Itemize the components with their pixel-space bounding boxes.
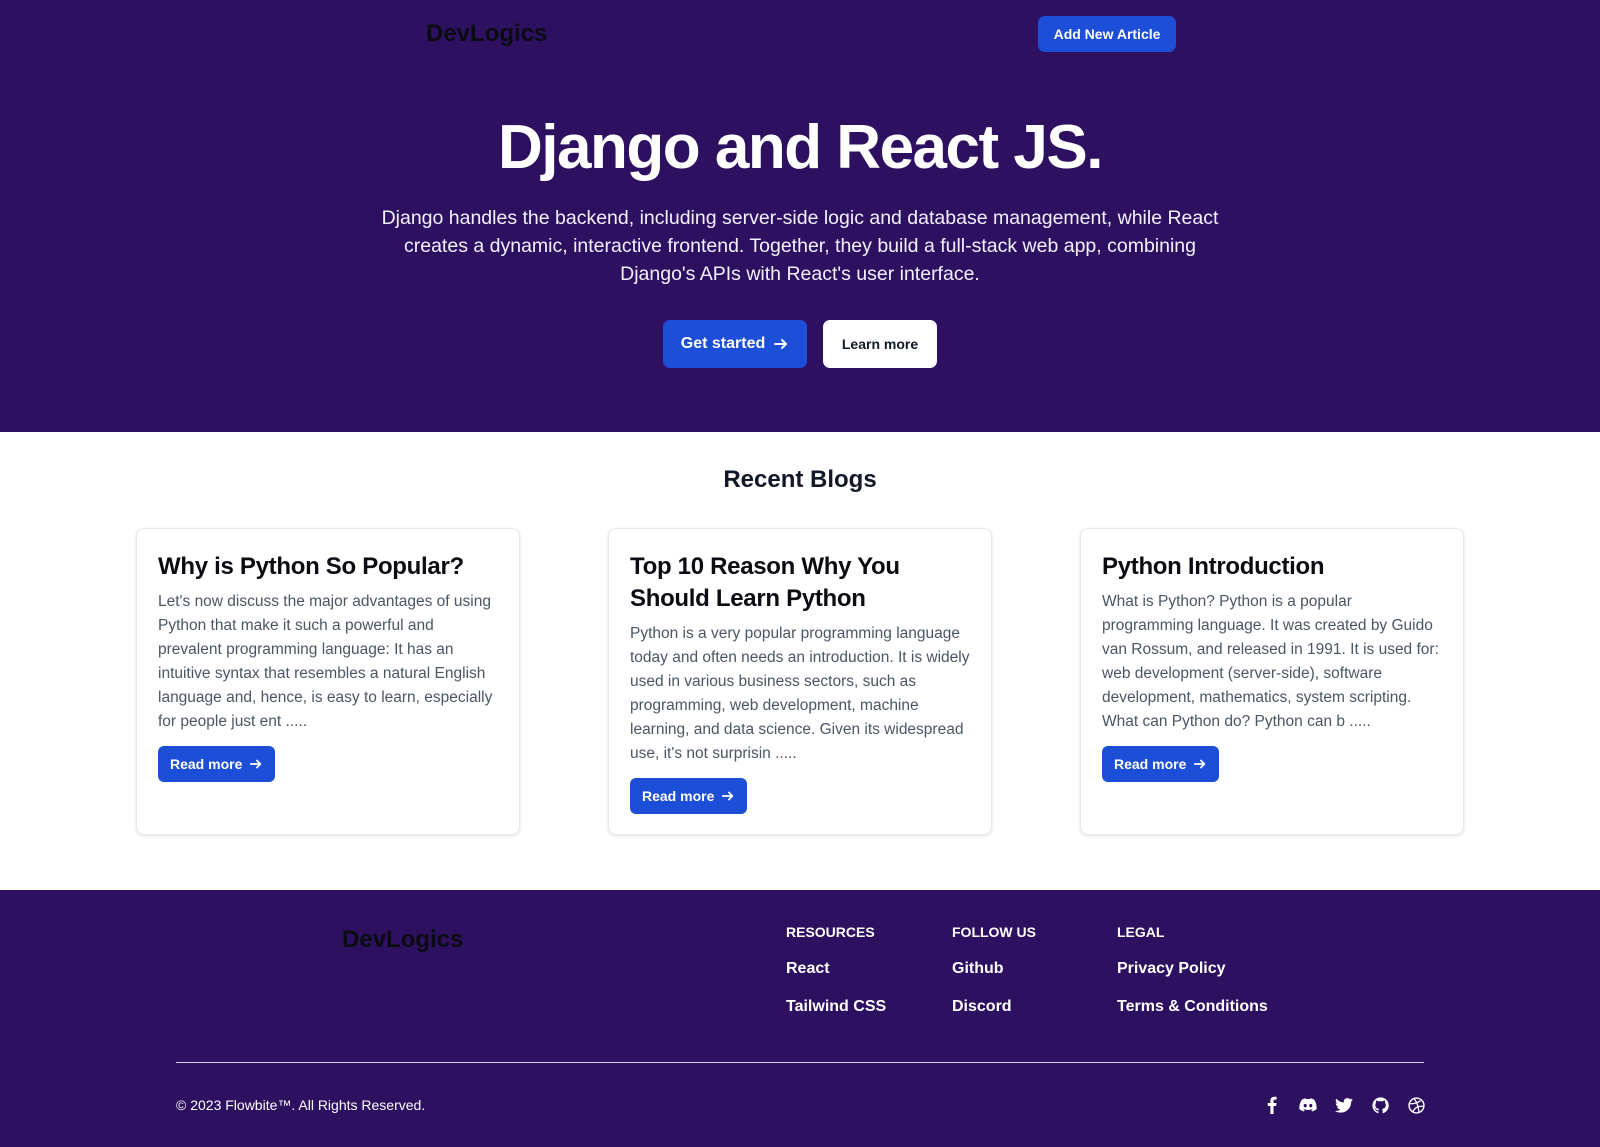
dribbble-icon[interactable] [1406,1095,1426,1115]
get-started-label: Get started [680,335,766,352]
footer-link-discord[interactable]: Discord [952,998,1036,1016]
social-links [1262,1095,1426,1115]
footer-column-resources: RESOURCES React Tailwind CSS [786,924,886,1016]
footer-heading-legal: LEGAL [1117,924,1165,940]
read-more-button[interactable]: Read more [158,746,276,782]
arrow-right-icon [722,791,734,801]
copyright-text: © 2023 Flowbite™. All Rights Reserved. [176,1097,426,1113]
blog-card-excerpt: Python is a very popular programming lan… [630,625,970,762]
hero-section: DevLogics Add New Article Django and Rea… [0,0,1600,432]
arrow-right-icon [774,339,788,349]
footer-link-tailwind-css[interactable]: Tailwind CSS [786,998,886,1016]
arrow-right-icon [1194,759,1206,769]
footer-brand-logo[interactable]: DevLogics [342,926,463,954]
add-new-article-button[interactable]: Add New Article [1038,16,1176,52]
read-more-button[interactable]: Read more [1102,746,1220,782]
discord-icon[interactable] [1298,1095,1318,1115]
blog-card-title[interactable]: Top 10 Reason Why You Should Learn Pytho… [630,551,970,615]
footer-heading-resources: RESOURCES [786,924,875,940]
footer-heading-follow-us: FOLLOW US [952,924,1036,940]
recent-blogs-title: Recent Blogs [723,466,877,493]
blog-card: Python Introduction What is Python? Pyth… [1080,528,1464,835]
read-more-label: Read more [642,788,715,804]
read-more-button[interactable]: Read more [630,778,748,814]
read-more-label: Read more [170,756,243,772]
footer-divider [176,1062,1424,1063]
blog-card-excerpt: Let's now discuss the major advantages o… [158,593,493,730]
footer-link-privacy-policy[interactable]: Privacy Policy [1117,960,1268,978]
github-icon[interactable] [1370,1095,1390,1115]
twitter-icon[interactable] [1334,1095,1354,1115]
arrow-right-icon [250,759,262,769]
blog-card: Top 10 Reason Why You Should Learn Pytho… [608,528,992,835]
hero-subtitle: Django handles the backend, including se… [381,207,1219,285]
footer-column-legal: LEGAL Privacy Policy Terms & Conditions [1117,924,1268,1016]
footer-link-terms-conditions[interactable]: Terms & Conditions [1117,998,1268,1016]
blog-card-title[interactable]: Why is Python So Popular? [158,551,498,583]
blog-card: Why is Python So Popular? Let's now disc… [136,528,520,835]
get-started-button[interactable]: Get started [663,320,807,368]
footer: DevLogics RESOURCES React Tailwind CSS F… [0,890,1600,1147]
blog-card-excerpt: What is Python? Python is a popular prog… [1102,593,1439,730]
read-more-label: Read more [1114,756,1187,772]
brand-logo[interactable]: DevLogics [426,20,547,48]
footer-link-github[interactable]: Github [952,960,1036,978]
footer-column-follow-us: FOLLOW US Github Discord [952,924,1036,1016]
facebook-icon[interactable] [1262,1095,1282,1115]
learn-more-button[interactable]: Learn more [823,320,937,368]
blog-card-title[interactable]: Python Introduction [1102,551,1442,583]
hero-title: Django and React JS. [498,113,1103,182]
footer-link-react[interactable]: React [786,960,886,978]
